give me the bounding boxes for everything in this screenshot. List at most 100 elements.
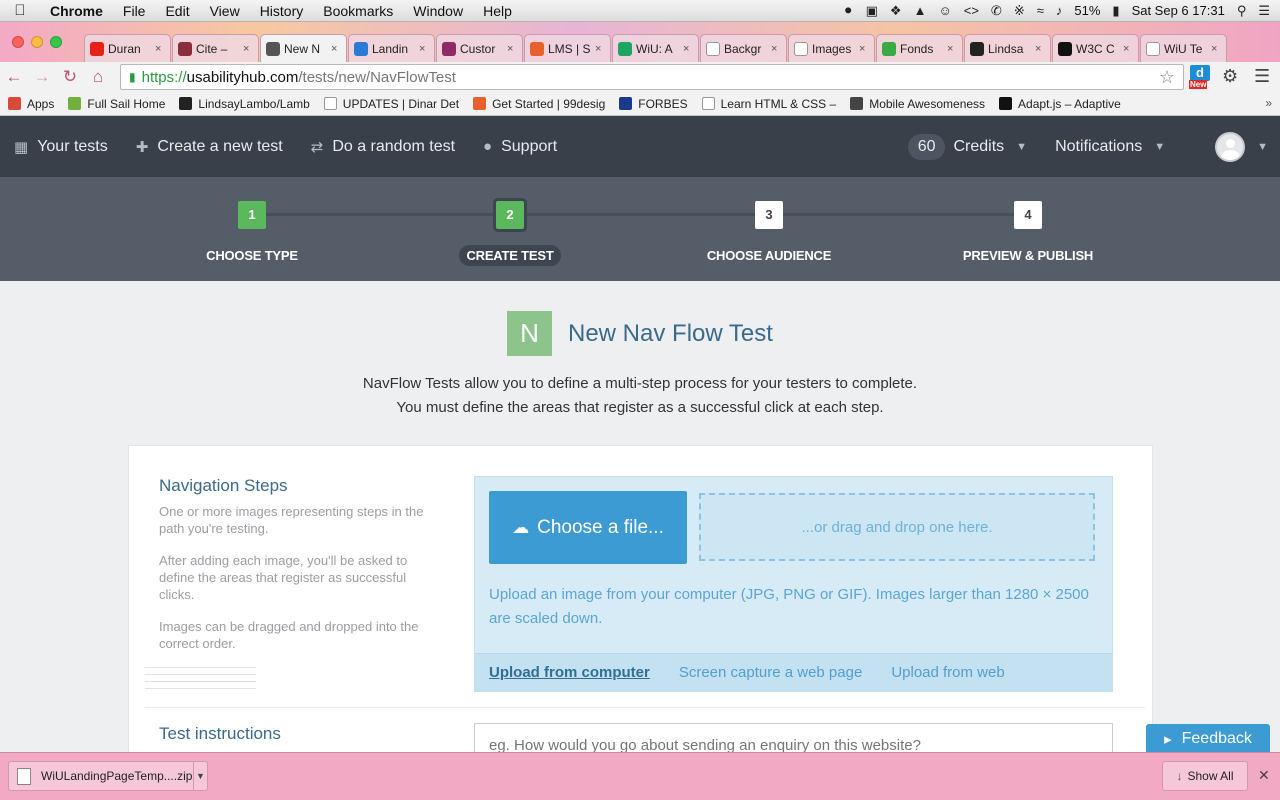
more-bookmarks-icon[interactable]: » [1265,96,1272,110]
back-arrow-icon[interactable]: ← [0,67,28,87]
reload-icon[interactable]: ↻ [56,67,84,87]
home-icon[interactable]: ⌂ [84,67,112,87]
step-choose-type[interactable]: 1 CHOOSE TYPE [152,201,352,266]
notification-center-icon[interactable]: ☰ [1258,3,1270,19]
close-window-button[interactable] [12,36,24,48]
bookmark-item[interactable]: Adapt.js – Adaptive [999,97,1121,111]
clock[interactable]: Sat Sep 6 17:31 [1132,3,1225,18]
drive-icon[interactable]: ▲ [914,3,927,18]
bell-icon[interactable]: ⚫ [843,3,854,19]
browser-tab[interactable]: Custor × [436,34,523,62]
close-tab-icon[interactable]: × [859,43,869,55]
close-tab-icon[interactable]: × [771,43,781,55]
browser-tab[interactable]: Landin × [348,34,435,62]
os-menu-bar:  Chrome File Edit View History Bookmark… [0,0,1280,22]
accessibility-icon[interactable]: ☺ [938,3,951,18]
nav-steps-p3: Images can be dragged and dropped into t… [159,619,419,651]
battery-icon[interactable]: ▮ [1112,3,1119,19]
nav-random-test[interactable]: ⇄ Do a random test [297,138,469,156]
close-icon[interactable]: ✕ [1258,767,1270,784]
nav-create-test[interactable]: ✚ Create a new test [122,138,297,156]
bookmark-item[interactable]: Full Sail Home [68,97,165,111]
bookmark-star-icon[interactable]: ☆ [1159,67,1175,88]
bookmark-item[interactable]: Apps [8,97,54,111]
menu-icon[interactable]: ☰ [1254,66,1270,87]
menu-app-name[interactable]: Chrome [40,3,113,19]
zoom-window-button[interactable] [50,36,62,48]
menu-window[interactable]: Window [403,3,473,19]
step-create-test[interactable]: 2 CREATE TEST [410,201,610,266]
close-tab-icon[interactable]: × [1211,43,1221,55]
menu-edit[interactable]: Edit [155,3,199,19]
user-menu[interactable]: ▼ [1179,131,1280,162]
bookmark-item[interactable]: UPDATES | Dinar Det [323,97,459,111]
address-bar[interactable]: ▮ https:// usabilityhub.com /tests/new/N… [120,64,1184,90]
bookmark-item[interactable]: LindsayLambo/Lamb [179,97,310,111]
battery-level[interactable]: 51% [1074,3,1100,18]
bookmark-item[interactable]: Learn HTML & CSS – [701,97,836,111]
close-tab-icon[interactable]: × [331,43,341,55]
tab-upload-from-computer[interactable]: Upload from computer [489,664,650,681]
step-choose-audience[interactable]: 3 CHOOSE AUDIENCE [669,201,869,266]
wifi-icon[interactable]: ≈ [1037,3,1044,18]
choose-file-button[interactable]: ☁ Choose a file... [489,491,687,564]
close-tab-icon[interactable]: × [595,43,605,55]
dropbox-icon[interactable]: ❖ [890,3,902,19]
drop-zone[interactable]: ...or drag and drop one here. [699,493,1095,561]
menu-view[interactable]: View [200,3,250,19]
close-tab-icon[interactable]: × [419,43,429,55]
extension-button[interactable]: d New [1189,65,1212,89]
browser-tab[interactable]: WiU: A × [612,34,699,62]
notifications-menu[interactable]: Notifications ▼ [1041,138,1179,156]
menu-bookmarks[interactable]: Bookmarks [313,3,403,19]
browser-tab[interactable]: Duran × [84,34,171,62]
intro-line-1: NavFlow Tests allow you to define a mult… [362,375,918,392]
screen-icon[interactable]: ▣ [866,3,878,19]
bookmark-item[interactable]: FORBES [619,97,688,111]
feedback-button[interactable]: ▸ Feedback [1146,724,1270,754]
spotlight-icon[interactable]: ⚲ [1237,3,1247,19]
bookmark-item[interactable]: Mobile Awesomeness [850,97,985,111]
close-tab-icon[interactable]: × [947,43,957,55]
browser-tab[interactable]: Lindsa × [964,34,1051,62]
close-tab-icon[interactable]: × [507,43,517,55]
tab-screen-capture[interactable]: Screen capture a web page [679,664,862,681]
apple-icon[interactable]:  [0,2,40,19]
favicon-icon [530,41,544,56]
tab-upload-from-web[interactable]: Upload from web [891,664,1004,681]
show-all-downloads-button[interactable]: ↓ Show All [1162,761,1248,791]
close-tab-icon[interactable]: × [1035,43,1045,55]
code-icon[interactable]: <> [964,3,979,18]
bookmark-icon [8,97,21,110]
gear-icon[interactable]: ⚙ [1222,66,1238,87]
phone-icon[interactable]: ✆ [991,3,1002,19]
browser-tab[interactable]: Images × [788,34,875,62]
browser-tab[interactable]: Fonds × [876,34,963,62]
minimize-window-button[interactable] [31,36,43,48]
menu-file[interactable]: File [113,3,156,19]
bookmark-icon [850,97,864,110]
step-list-placeholder [145,667,256,695]
nav-support[interactable]: ● Support [469,138,571,156]
browser-tab[interactable]: Backgr × [700,34,787,62]
close-tab-icon[interactable]: × [155,43,165,55]
step-preview-publish[interactable]: 4 PREVIEW & PUBLISH [928,201,1128,266]
browser-tab[interactable]: WiU Te × [1140,34,1227,62]
forward-arrow-icon[interactable]: → [28,67,56,87]
bluetooth-icon[interactable]: ※ [1014,3,1025,19]
close-tab-icon[interactable]: × [243,43,253,55]
nav-your-tests[interactable]: ▦ Your tests [0,138,122,156]
bookmark-item[interactable]: Get Started | 99desig [473,97,605,111]
close-tab-icon[interactable]: × [1123,43,1133,55]
chevron-down-icon[interactable]: ▼ [193,762,207,790]
volume-icon[interactable]: ♪ [1056,3,1063,18]
browser-tab[interactable]: Cite – × [172,34,259,62]
browser-tab[interactable]: New N × [260,34,347,62]
download-item[interactable]: WiULandingPageTemp....zip ▼ [8,761,208,791]
close-tab-icon[interactable]: × [683,43,693,55]
credits-menu[interactable]: 60 Credits ▼ [894,133,1041,160]
browser-tab[interactable]: W3C C × [1052,34,1139,62]
menu-help[interactable]: Help [473,3,522,19]
menu-history[interactable]: History [250,3,314,19]
browser-tab[interactable]: LMS | S × [524,34,611,62]
